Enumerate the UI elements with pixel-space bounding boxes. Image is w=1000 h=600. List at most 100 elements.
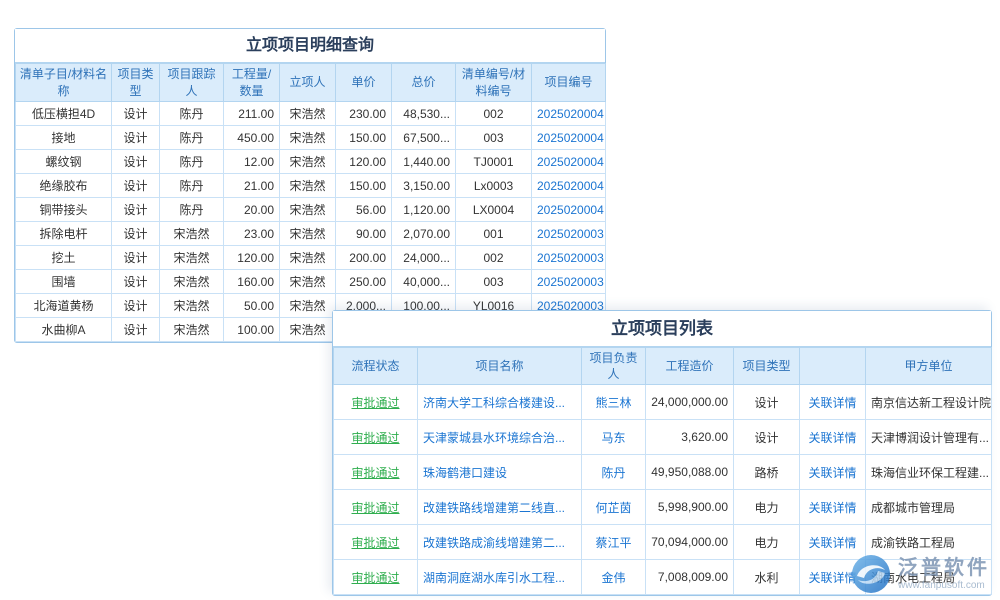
project-type-cell: 设计 [112,270,160,294]
column-header-project-name: 项目名称 [418,348,582,385]
related-detail-link[interactable]: 关联详情 [800,455,866,490]
watermark-brand: 泛普软件 [898,557,990,580]
quantity-cell: 50.00 [224,294,280,318]
column-header-tracker: 项目跟踪人 [160,64,224,102]
founder-cell: 宋浩然 [280,126,336,150]
status-approved-link[interactable]: 审批通过 [334,385,418,420]
project-type-cell: 设计 [734,385,800,420]
client-name-cell: 天津博润设计管理有... [866,420,992,455]
status-approved-link[interactable]: 审批通过 [334,525,418,560]
total-price-cell: 67,500... [392,126,456,150]
unit-price-cell: 230.00 [336,102,392,126]
status-approved-link[interactable]: 审批通过 [334,420,418,455]
tracker-cell: 陈丹 [160,150,224,174]
material-name-cell: 铜带接头 [16,198,112,222]
founder-cell: 宋浩然 [280,198,336,222]
header-row: 清单子目/材料名称 项目类型 项目跟踪人 工程量/数量 立项人 单价 总价 清单… [16,64,606,102]
tracker-cell: 宋浩然 [160,246,224,270]
material-code-cell: 003 [456,270,532,294]
unit-price-cell: 150.00 [336,174,392,198]
project-code-link[interactable]: 2025020004 [532,198,606,222]
total-price-cell: 1,440.00 [392,150,456,174]
material-code-cell: TJ0001 [456,150,532,174]
project-type-cell: 设计 [112,174,160,198]
project-name-link[interactable]: 湖南洞庭湖水库引水工程... [418,560,582,595]
project-leader-link[interactable]: 金伟 [582,560,646,595]
project-code-link[interactable]: 2025020004 [532,150,606,174]
project-code-link[interactable]: 2025020004 [532,126,606,150]
project-code-link[interactable]: 2025020003 [532,270,606,294]
project-cost-cell: 70,094,000.00 [646,525,734,560]
project-code-link[interactable]: 2025020004 [532,102,606,126]
project-cost-cell: 5,998,900.00 [646,490,734,525]
unit-price-cell: 56.00 [336,198,392,222]
quantity-cell: 12.00 [224,150,280,174]
quantity-cell: 160.00 [224,270,280,294]
detail-query-panel: 立项项目明细查询 清单子目/材料名称 项目类型 项目跟踪人 工程量/数量 立项人… [14,28,606,343]
column-header-unit-price: 单价 [336,64,392,102]
project-type-cell: 设计 [112,318,160,342]
project-cost-cell: 24,000,000.00 [646,385,734,420]
watermark: 泛普软件 www.fanpusoft.com [851,554,990,594]
project-code-link[interactable]: 2025020003 [532,246,606,270]
table-row: 低压横担4D设计陈丹211.00宋浩然230.0048,530...002202… [16,102,606,126]
table-row: 审批通过改建铁路线增建第二线直...何芷茵5,998,900.00电力关联详情成… [334,490,992,525]
project-type-cell: 设计 [734,420,800,455]
total-price-cell: 2,070.00 [392,222,456,246]
status-approved-link[interactable]: 审批通过 [334,490,418,525]
column-header-founder: 立项人 [280,64,336,102]
material-code-cell: 002 [456,246,532,270]
tracker-cell: 陈丹 [160,126,224,150]
tracker-cell: 陈丹 [160,174,224,198]
table-row: 审批通过珠海鹤港口建设陈丹49,950,088.00路桥关联详情珠海信业环保工程… [334,455,992,490]
total-price-cell: 3,150.00 [392,174,456,198]
list-table-head: 流程状态 项目名称 项目负责人 工程造价 项目类型 甲方单位 [334,348,992,385]
total-price-cell: 1,120.00 [392,198,456,222]
project-code-link[interactable]: 2025020003 [532,222,606,246]
status-approved-link[interactable]: 审批通过 [334,560,418,595]
quantity-cell: 23.00 [224,222,280,246]
total-price-cell: 40,000... [392,270,456,294]
material-code-cell: LX0004 [456,198,532,222]
column-header-client: 甲方单位 [866,348,992,385]
project-name-link[interactable]: 改建铁路成渝线增建第二... [418,525,582,560]
project-type-cell: 设计 [112,246,160,270]
project-name-link[interactable]: 珠海鹤港口建设 [418,455,582,490]
related-detail-link[interactable]: 关联详情 [800,385,866,420]
project-leader-link[interactable]: 蔡江平 [582,525,646,560]
project-leader-link[interactable]: 陈丹 [582,455,646,490]
table-row: 螺纹钢设计陈丹12.00宋浩然120.001,440.00TJ000120250… [16,150,606,174]
status-approved-link[interactable]: 审批通过 [334,455,418,490]
project-cost-cell: 3,620.00 [646,420,734,455]
column-header-project-cost: 工程造价 [646,348,734,385]
detail-table: 清单子目/材料名称 项目类型 项目跟踪人 工程量/数量 立项人 单价 总价 清单… [15,63,606,342]
table-row: 围墙设计宋浩然160.00宋浩然250.0040,000...003202502… [16,270,606,294]
tracker-cell: 陈丹 [160,198,224,222]
material-name-cell: 水曲柳A [16,318,112,342]
column-header-material-code: 清单编号/材料编号 [456,64,532,102]
project-name-link[interactable]: 济南大学工科综合楼建设... [418,385,582,420]
quantity-cell: 20.00 [224,198,280,222]
client-name-cell: 南京信达新工程设计院 [866,385,992,420]
fanpu-logo-icon [851,554,891,594]
founder-cell: 宋浩然 [280,174,336,198]
table-row: 绝缘胶布设计陈丹21.00宋浩然150.003,150.00Lx00032025… [16,174,606,198]
project-code-link[interactable]: 2025020004 [532,174,606,198]
project-name-link[interactable]: 改建铁路线增建第二线直... [418,490,582,525]
tracker-cell: 陈丹 [160,102,224,126]
project-leader-link[interactable]: 何芷茵 [582,490,646,525]
material-name-cell: 螺纹钢 [16,150,112,174]
project-name-link[interactable]: 天津蒙城县水环境综合治... [418,420,582,455]
column-header-total-price: 总价 [392,64,456,102]
total-price-cell: 48,530... [392,102,456,126]
related-detail-link[interactable]: 关联详情 [800,490,866,525]
project-leader-link[interactable]: 熊三林 [582,385,646,420]
quantity-cell: 100.00 [224,318,280,342]
unit-price-cell: 90.00 [336,222,392,246]
tracker-cell: 宋浩然 [160,318,224,342]
table-row: 审批通过天津蒙城县水环境综合治...马东3,620.00设计关联详情天津博润设计… [334,420,992,455]
column-header-project-type: 项目类型 [734,348,800,385]
related-detail-link[interactable]: 关联详情 [800,420,866,455]
material-name-cell: 北海道黄杨 [16,294,112,318]
project-leader-link[interactable]: 马东 [582,420,646,455]
